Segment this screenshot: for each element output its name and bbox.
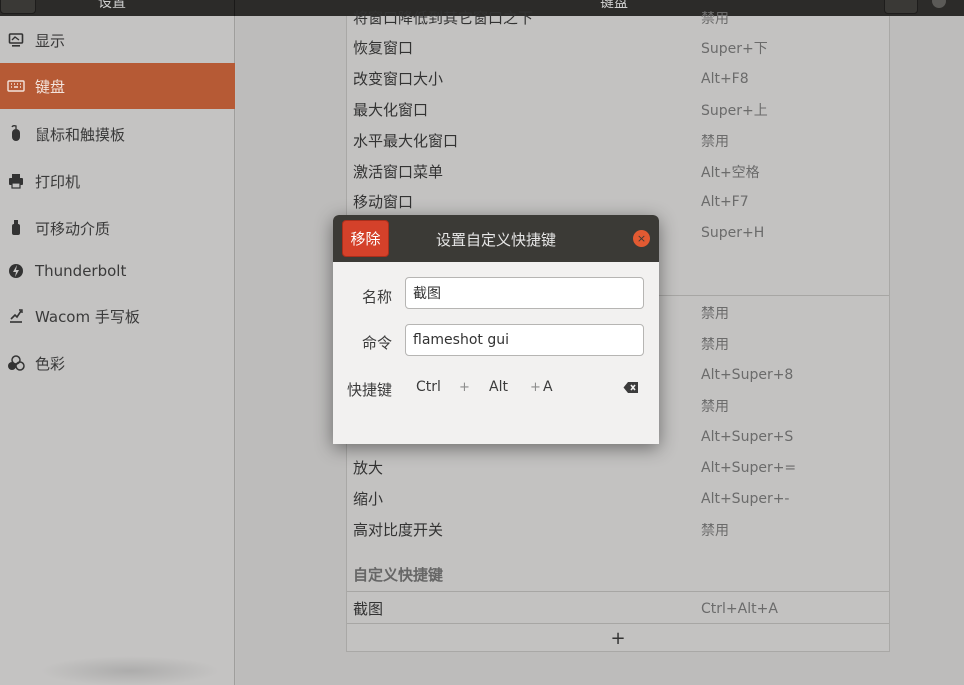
tablet-icon (7, 307, 25, 325)
keyboard-icon (7, 77, 25, 95)
sidebar-item-label: 显示 (35, 31, 66, 50)
color-icon (7, 354, 25, 372)
custom-shortcut-row[interactable]: 截图 Ctrl+Alt+A (347, 593, 889, 624)
window-control-icon[interactable] (932, 0, 946, 8)
mouse-icon (7, 125, 25, 143)
sidebar-shadow (40, 656, 220, 685)
sidebar-item-label: Thunderbolt (35, 262, 127, 280)
close-icon[interactable]: × (633, 230, 650, 247)
printer-icon (7, 172, 25, 190)
name-input[interactable]: 截图 (405, 277, 644, 309)
thunderbolt-icon (7, 262, 25, 280)
shortcut-row[interactable]: 缩小 Alt+Super+- (347, 483, 889, 514)
shortcut-label: 快捷键 (347, 381, 393, 399)
custom-shortcut-dialog: 移除 设置自定义快捷键 × 名称 截图 命令 flameshot gui 快捷键… (333, 215, 659, 444)
search-button[interactable] (884, 0, 918, 14)
sidebar-item-mouse[interactable]: 鼠标和触摸板 (0, 111, 235, 157)
shortcut-row[interactable]: 水平最大化窗口 禁用 (347, 125, 889, 156)
sidebar-item-label: 键盘 (35, 77, 66, 96)
custom-shortcuts-title: 自定义快捷键 (353, 566, 444, 584)
sidebar-item-label: 打印机 (35, 172, 81, 191)
sidebar-item-label: 鼠标和触摸板 (35, 125, 126, 144)
sidebar-item-color[interactable]: 色彩 (0, 340, 235, 386)
shortcut-row[interactable]: 激活窗口菜单 Alt+空格 (347, 156, 889, 187)
sidebar-item-keyboard[interactable]: 键盘 (0, 63, 235, 109)
name-label: 名称 (362, 288, 393, 306)
settings-title: 设置 (98, 0, 126, 11)
sidebar-item-removable-media[interactable]: 可移动介质 (0, 205, 235, 251)
shortcut-row[interactable]: 改变窗口大小 Alt+F8 (347, 63, 889, 94)
shortcut-row[interactable]: 高对比度开关 禁用 (347, 514, 889, 545)
shortcut-key: Alt (489, 379, 508, 395)
back-button[interactable] (0, 0, 36, 14)
shortcut-row[interactable]: 恢复窗口 Super+下 (347, 32, 889, 63)
sidebar-item-label: 色彩 (35, 354, 66, 373)
shortcut-key: A (543, 379, 553, 395)
shortcut-row[interactable]: 放大 Alt+Super+= (347, 452, 889, 483)
command-label: 命令 (362, 334, 393, 352)
display-icon (7, 31, 25, 49)
add-shortcut-button[interactable]: + (347, 624, 889, 652)
usb-icon (7, 219, 25, 237)
sidebar-item-label: Wacom 手写板 (35, 307, 140, 326)
shortcut-row[interactable]: 移动窗口 Alt+F7 (347, 186, 889, 217)
dialog-title: 设置自定义快捷键 (436, 231, 557, 249)
sidebar-item-display[interactable]: 显示 (0, 17, 235, 63)
remove-button[interactable]: 移除 (342, 220, 389, 257)
sidebar-item-printer[interactable]: 打印机 (0, 158, 235, 204)
section-divider (347, 591, 889, 592)
backspace-icon[interactable] (623, 380, 639, 393)
sidebar-item-label: 可移动介质 (35, 219, 111, 238)
plus-icon: + (610, 627, 626, 649)
shortcut-plus: + (459, 380, 470, 395)
header-divider (234, 0, 235, 16)
shortcut-row[interactable]: 最大化窗口 Super+上 (347, 94, 889, 125)
shortcut-key: Ctrl (416, 379, 441, 395)
command-input[interactable]: flameshot gui (405, 324, 644, 356)
sidebar: 显示 键盘 鼠标和触摸板 打印机 可移动介质 Thunderbolt Wacom… (0, 16, 235, 685)
sidebar-item-thunderbolt[interactable]: Thunderbolt (0, 248, 235, 294)
shortcut-row[interactable]: 将窗口降低到其它窗口之下 禁用 (347, 2, 889, 33)
dialog-header: 移除 设置自定义快捷键 × (333, 215, 659, 262)
shortcut-plus: + (530, 380, 541, 395)
sidebar-item-wacom[interactable]: Wacom 手写板 (0, 293, 235, 339)
